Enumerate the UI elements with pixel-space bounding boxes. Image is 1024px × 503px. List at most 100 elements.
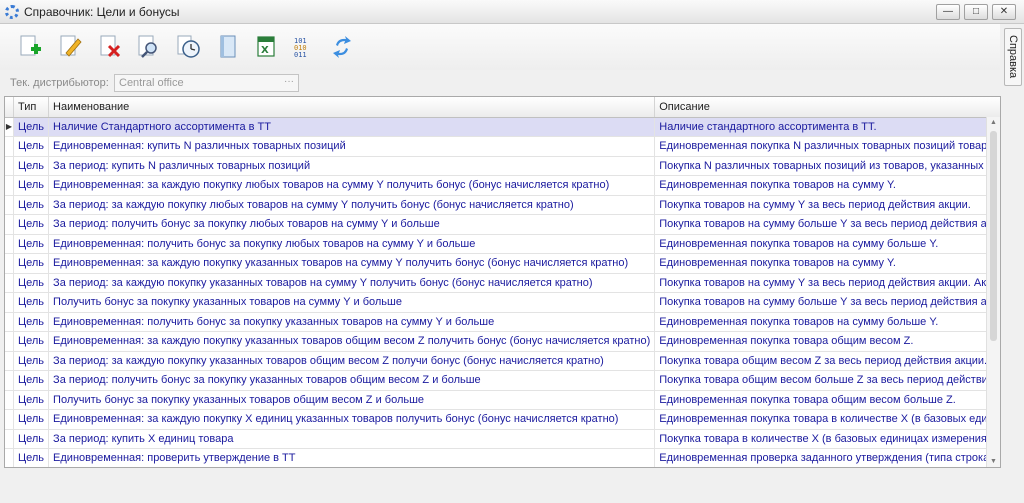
table-row[interactable]: Цель Получить бонус за покупку указанных … (5, 390, 1000, 410)
row-name[interactable]: Единовременная: получить бонус за покупк… (48, 234, 656, 254)
row-description[interactable]: Покупка товаров на сумму больше Y за вес… (654, 292, 1000, 313)
row-name[interactable]: Единовременная: за каждую покупку указан… (48, 253, 656, 274)
row-name[interactable]: Единовременная: за каждую покупку указан… (48, 331, 656, 352)
close-button[interactable]: ✕ (992, 4, 1016, 20)
row-type[interactable]: Цель (13, 292, 50, 313)
table-row[interactable]: Цель Единовременная: получить бонус за по… (5, 234, 1000, 254)
table-row[interactable]: Цель За период: купить N различных товарн… (5, 156, 1000, 176)
scroll-up-icon[interactable]: ▲ (990, 119, 997, 126)
row-description[interactable]: Единовременная покупка товара общим весо… (654, 390, 1000, 410)
table-row[interactable]: Цель Единовременная: купить N различных т… (5, 136, 1000, 157)
table-row[interactable]: Цель Единовременная: получить бонус за по… (5, 312, 1000, 332)
table-row[interactable]: Цель Единовременная: за каждую покупку лю… (5, 175, 1000, 196)
edit-button[interactable] (56, 33, 84, 61)
delete-button[interactable] (96, 33, 124, 61)
row-name[interactable]: За период: купить X единиц товара (48, 429, 656, 449)
row-type[interactable]: Цель (13, 351, 50, 371)
scroll-down-icon[interactable]: ▼ (990, 458, 997, 465)
row-name[interactable]: Единовременная: проверить утверждение в … (48, 448, 656, 467)
row-type[interactable]: Цель (13, 312, 50, 332)
row-description[interactable]: Единовременная покупка N различных товар… (654, 136, 1000, 157)
row-type[interactable]: Цель (13, 234, 50, 254)
row-name[interactable]: Единовременная: за каждую покупку X един… (48, 409, 656, 430)
clock-button[interactable] (174, 33, 202, 61)
row-type[interactable]: Цель (13, 253, 50, 274)
edit-icon (60, 35, 82, 57)
row-name[interactable]: За период: получить бонус за покупку ука… (48, 370, 656, 391)
row-name[interactable]: Получить бонус за покупку указанных това… (48, 390, 656, 410)
row-description[interactable]: Единовременная проверка заданного утверж… (654, 448, 1000, 467)
table-row[interactable]: Цель За период: за каждую покупку указанн… (5, 351, 1000, 371)
row-name[interactable]: За период: за каждую покупку любых товар… (48, 195, 656, 215)
table-row[interactable]: Цель За период: получить бонус за покупку… (5, 214, 1000, 235)
row-type[interactable]: Цель (13, 370, 50, 391)
row-type[interactable]: Цель (13, 409, 50, 430)
distributor-field[interactable]: Central office ··· (114, 74, 299, 92)
row-description[interactable]: Покупка N различных товарных позиций из … (654, 156, 1000, 176)
table-row[interactable]: Цель Единовременная: за каждую покупку X … (5, 409, 1000, 430)
book-icon (220, 35, 236, 58)
add-icon (20, 35, 41, 56)
maximize-button[interactable]: □ (964, 4, 988, 20)
row-type[interactable]: Цель (13, 136, 50, 157)
row-description[interactable]: Единовременная покупка товара общим весо… (654, 331, 1000, 352)
row-type[interactable]: Цель (13, 448, 50, 467)
row-description[interactable]: Единовременная покупка товаров на сумму … (654, 175, 1000, 196)
help-side-tab[interactable]: Справка (1004, 28, 1022, 86)
column-header-type[interactable]: Тип (13, 97, 50, 118)
column-header-description[interactable]: Описание (654, 97, 1000, 118)
row-type[interactable]: Цель (13, 195, 50, 215)
row-name[interactable]: Единовременная: купить N различных товар… (48, 136, 656, 157)
table-row[interactable]: ▶ Цель Наличие Стандартного ассортимента в… (5, 117, 1000, 137)
row-description[interactable]: Единовременная покупка товаров на сумму … (654, 234, 1000, 254)
binary-button[interactable]: 101 010 011 (290, 33, 318, 61)
row-indicator (5, 312, 14, 332)
row-description[interactable]: Покупка товара общим весом Z за весь пер… (654, 351, 1000, 371)
row-name[interactable]: За период: получить бонус за покупку люб… (48, 214, 656, 235)
refresh-button[interactable] (328, 33, 356, 61)
row-type[interactable]: Цель (13, 331, 50, 352)
row-type[interactable]: Цель (13, 429, 50, 449)
toolbar: X 101 010 011 (0, 24, 1000, 70)
search-edit-button[interactable] (134, 33, 162, 61)
excel-button[interactable]: X (252, 33, 280, 61)
table-row[interactable]: Цель Единовременная: за каждую покупку ук… (5, 331, 1000, 352)
vertical-scrollbar[interactable]: ▲ ▼ (986, 117, 1000, 467)
row-type[interactable]: Цель (13, 175, 50, 196)
row-type[interactable]: Цель (13, 214, 50, 235)
minimize-button[interactable]: — (936, 4, 960, 20)
row-type[interactable]: Цель (13, 273, 50, 293)
row-description[interactable]: Единовременная покупка товаров на сумму … (654, 253, 1000, 274)
row-name[interactable]: Получить бонус за покупку указанных това… (48, 292, 656, 313)
row-description[interactable]: Покупка товаров на сумму больше Y за вес… (654, 214, 1000, 235)
row-description[interactable]: Единовременная покупка товаров на сумму … (654, 312, 1000, 332)
add-button[interactable] (16, 33, 44, 61)
row-description[interactable]: Покупка товаров на сумму Y за весь перио… (654, 273, 1000, 293)
scroll-thumb[interactable] (990, 131, 997, 341)
distributor-browse-button[interactable]: ··· (284, 76, 294, 87)
row-type[interactable]: Цель (13, 156, 50, 176)
row-description[interactable]: Покупка товаров на сумму Y за весь перио… (654, 195, 1000, 215)
row-description[interactable]: Наличие стандартного ассортимента в ТТ. (654, 117, 1000, 137)
row-name[interactable]: За период: купить N различных товарных п… (48, 156, 656, 176)
row-indicator (5, 214, 14, 235)
row-name[interactable]: Наличие Стандартного ассортимента в ТТ (48, 117, 656, 137)
row-name[interactable]: Единовременная: получить бонус за покупк… (48, 312, 656, 332)
table-row[interactable]: Цель Получить бонус за покупку указанных … (5, 292, 1000, 313)
book-button[interactable] (214, 33, 242, 61)
column-header-name[interactable]: Наименование (48, 97, 656, 118)
row-type[interactable]: Цель (13, 390, 50, 410)
row-description[interactable]: Покупка товара в количестве X (в базовых… (654, 429, 1000, 449)
row-name[interactable]: Единовременная: за каждую покупку любых … (48, 175, 656, 196)
row-type[interactable]: Цель (13, 117, 50, 137)
table-row[interactable]: Цель Единовременная: за каждую покупку ук… (5, 253, 1000, 274)
row-description[interactable]: Покупка товара общим весом больше Z за в… (654, 370, 1000, 391)
table-row[interactable]: Цель За период: за каждую покупку любых т… (5, 195, 1000, 215)
table-row[interactable]: Цель За период: получить бонус за покупку… (5, 370, 1000, 391)
table-row[interactable]: Цель За период: купить X единиц товара Пок… (5, 429, 1000, 449)
row-description[interactable]: Единовременная покупка товара в количест… (654, 409, 1000, 430)
row-name[interactable]: За период: за каждую покупку указанных т… (48, 273, 656, 293)
row-name[interactable]: За период: за каждую покупку указанных т… (48, 351, 656, 371)
table-row[interactable]: Цель Единовременная: проверить утверждени… (5, 448, 1000, 467)
table-row[interactable]: Цель За период: за каждую покупку указанн… (5, 273, 1000, 293)
